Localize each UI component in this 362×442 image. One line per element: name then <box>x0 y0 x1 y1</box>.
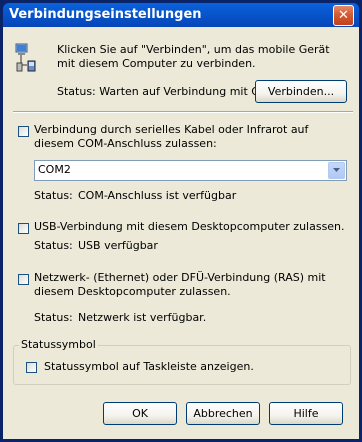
usb-status-label: Status: <box>34 239 73 252</box>
serial-status-value: COM-Anschluss ist verfügbar <box>78 189 237 202</box>
intro-text: Klicken Sie auf "Verbinden", um das mobi… <box>57 43 330 70</box>
status-symbol-checkbox[interactable] <box>26 362 37 373</box>
serial-checkbox-label[interactable]: Verbindung durch serielles Kabel oder In… <box>34 123 324 151</box>
status-symbol-checkbox-label[interactable]: Statussymbol auf Taskleiste anzeigen. <box>44 360 254 373</box>
usb-checkbox-label[interactable]: USB-Verbindung mit diesem Desktopcompute… <box>34 220 345 233</box>
usb-checkbox[interactable] <box>18 223 29 234</box>
connection-status: Status: Warten auf Verbindung mit Gerät <box>57 85 283 98</box>
dialog-body: Klicken Sie auf "Verbinden", um das mobi… <box>3 27 359 439</box>
connection-computer-device-icon <box>15 43 37 73</box>
usb-status-value: USB verfügbar <box>78 239 158 252</box>
serial-checkbox[interactable] <box>18 126 29 137</box>
cancel-button[interactable]: Abbrechen <box>186 402 260 425</box>
help-button[interactable]: Hilfe <box>269 402 343 425</box>
network-status-value: Netzwerk ist verfügbar. <box>78 311 207 324</box>
title-bar[interactable]: Verbindungseinstellungen ✕ <box>3 3 359 27</box>
separator <box>13 111 353 113</box>
network-checkbox-label[interactable]: Netzwerk- (Ethernet) oder DFÜ-Verbindung… <box>34 271 329 299</box>
window-title: Verbindungseinstellungen <box>9 7 202 22</box>
network-checkbox[interactable] <box>18 274 29 285</box>
network-status-label: Status: <box>34 311 73 324</box>
serial-status-label: Status: <box>34 189 73 202</box>
connect-button[interactable]: Verbinden... <box>255 80 347 103</box>
chevron-down-icon[interactable] <box>328 162 345 179</box>
close-button[interactable]: ✕ <box>333 5 354 26</box>
dialog-window: Verbindungseinstellungen ✕ Klicken Sie a… <box>0 0 362 442</box>
com-port-select[interactable]: COM2 <box>34 160 347 181</box>
ok-button[interactable]: OK <box>103 402 177 425</box>
com-port-value: COM2 <box>38 163 71 176</box>
status-symbol-group-title: Statussymbol <box>19 338 98 351</box>
